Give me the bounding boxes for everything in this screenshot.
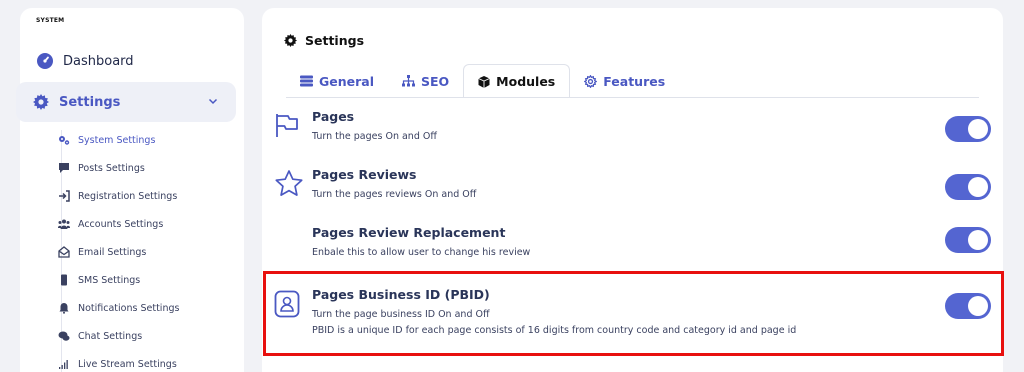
sidebar-item-accounts-settings[interactable]: Accounts Settings — [58, 210, 238, 238]
sidebar-item-label: Settings — [59, 94, 121, 110]
tab-modules[interactable]: Modules — [463, 64, 571, 98]
highlight-box — [263, 271, 1004, 356]
gear-icon — [33, 94, 49, 110]
module-title: Pages Reviews — [312, 167, 417, 182]
sidebar-item-settings[interactable]: Settings — [16, 82, 236, 122]
sign-in-icon — [58, 190, 70, 202]
sidebar-subitem-label: Email Settings — [78, 246, 147, 258]
settings-tabs: General SEO Modules Features — [286, 64, 679, 98]
signal-icon — [58, 358, 70, 370]
bell-icon — [58, 302, 70, 314]
cog-icon — [584, 74, 598, 88]
sidebar: SYSTEM Dashboard Settings System Setting… — [16, 8, 244, 372]
sidebar-item-posts-settings[interactable]: Posts Settings — [58, 154, 238, 182]
envelope-icon — [58, 246, 70, 258]
page-title: Settings — [284, 33, 364, 48]
users-icon — [58, 218, 70, 230]
tab-label: General — [319, 73, 374, 89]
module-title: Pages — [312, 109, 355, 124]
module-row-pages: Pages Turn the pages On and Off — [262, 104, 1003, 159]
sidebar-item-live-stream-settings[interactable]: Live Stream Settings — [58, 350, 238, 372]
tab-label: Features — [603, 73, 666, 89]
sidebar-item-notifications-settings[interactable]: Notifications Settings — [58, 294, 238, 322]
pages-review-replacement-toggle[interactable] — [945, 227, 991, 253]
module-description: Turn the pages reviews On and Off — [312, 189, 477, 200]
pages-toggle[interactable] — [945, 116, 991, 142]
sidebar-section-label: SYSTEM — [36, 17, 65, 24]
module-title: Pages Review Replacement — [312, 225, 506, 240]
tab-features[interactable]: Features — [570, 64, 679, 98]
gears-icon — [58, 134, 70, 146]
tab-general[interactable]: General — [286, 64, 388, 98]
flag-icon — [274, 112, 300, 142]
chevron-down-icon[interactable] — [208, 95, 218, 110]
sidebar-subitem-label: Live Stream Settings — [78, 358, 177, 370]
tab-seo[interactable]: SEO — [388, 64, 463, 98]
sidebar-subitem-label: Notifications Settings — [78, 302, 180, 314]
sidebar-item-sms-settings[interactable]: SMS Settings — [58, 266, 238, 294]
sidebar-item-dashboard[interactable]: Dashboard — [20, 41, 244, 81]
sidebar-subitem-label: Accounts Settings — [78, 218, 164, 230]
cube-icon — [478, 75, 490, 88]
sidebar-subitem-label: SMS Settings — [78, 274, 141, 286]
tab-label: Modules — [496, 74, 556, 89]
star-icon — [274, 169, 304, 203]
sitemap-icon — [402, 75, 415, 87]
sidebar-item-email-settings[interactable]: Email Settings — [58, 238, 238, 266]
tab-label: SEO — [421, 73, 450, 89]
sidebar-subitem-label: System Settings — [78, 134, 156, 146]
chat-icon — [58, 330, 70, 342]
sidebar-subitem-label: Posts Settings — [78, 162, 145, 174]
module-description: Enbale this to allow user to change his … — [312, 247, 531, 258]
module-row-pages-reviews: Pages Reviews Turn the pages reviews On … — [262, 162, 1003, 217]
pages-reviews-toggle[interactable] — [945, 174, 991, 200]
settings-submenu: System Settings Posts Settings Registrat… — [58, 126, 238, 372]
page-title-text: Settings — [305, 33, 365, 48]
sidebar-item-registration-settings[interactable]: Registration Settings — [58, 182, 238, 210]
module-row-pages-review-replacement: Pages Review Replacement Enbale this to … — [262, 220, 1003, 275]
dashboard-icon — [37, 53, 53, 69]
sidebar-item-label: Dashboard — [63, 53, 134, 69]
sidebar-subitem-label: Chat Settings — [78, 330, 143, 342]
module-description: Turn the pages On and Off — [312, 131, 437, 142]
sidebar-item-system-settings[interactable]: System Settings — [58, 126, 238, 154]
sidebar-subitem-label: Registration Settings — [78, 190, 178, 202]
sidebar-item-chat-settings[interactable]: Chat Settings — [58, 322, 238, 350]
bars-icon — [300, 75, 313, 87]
gear-icon — [284, 34, 297, 47]
tab-divider — [286, 97, 979, 98]
comment-icon — [58, 162, 70, 174]
mobile-icon — [58, 274, 70, 286]
